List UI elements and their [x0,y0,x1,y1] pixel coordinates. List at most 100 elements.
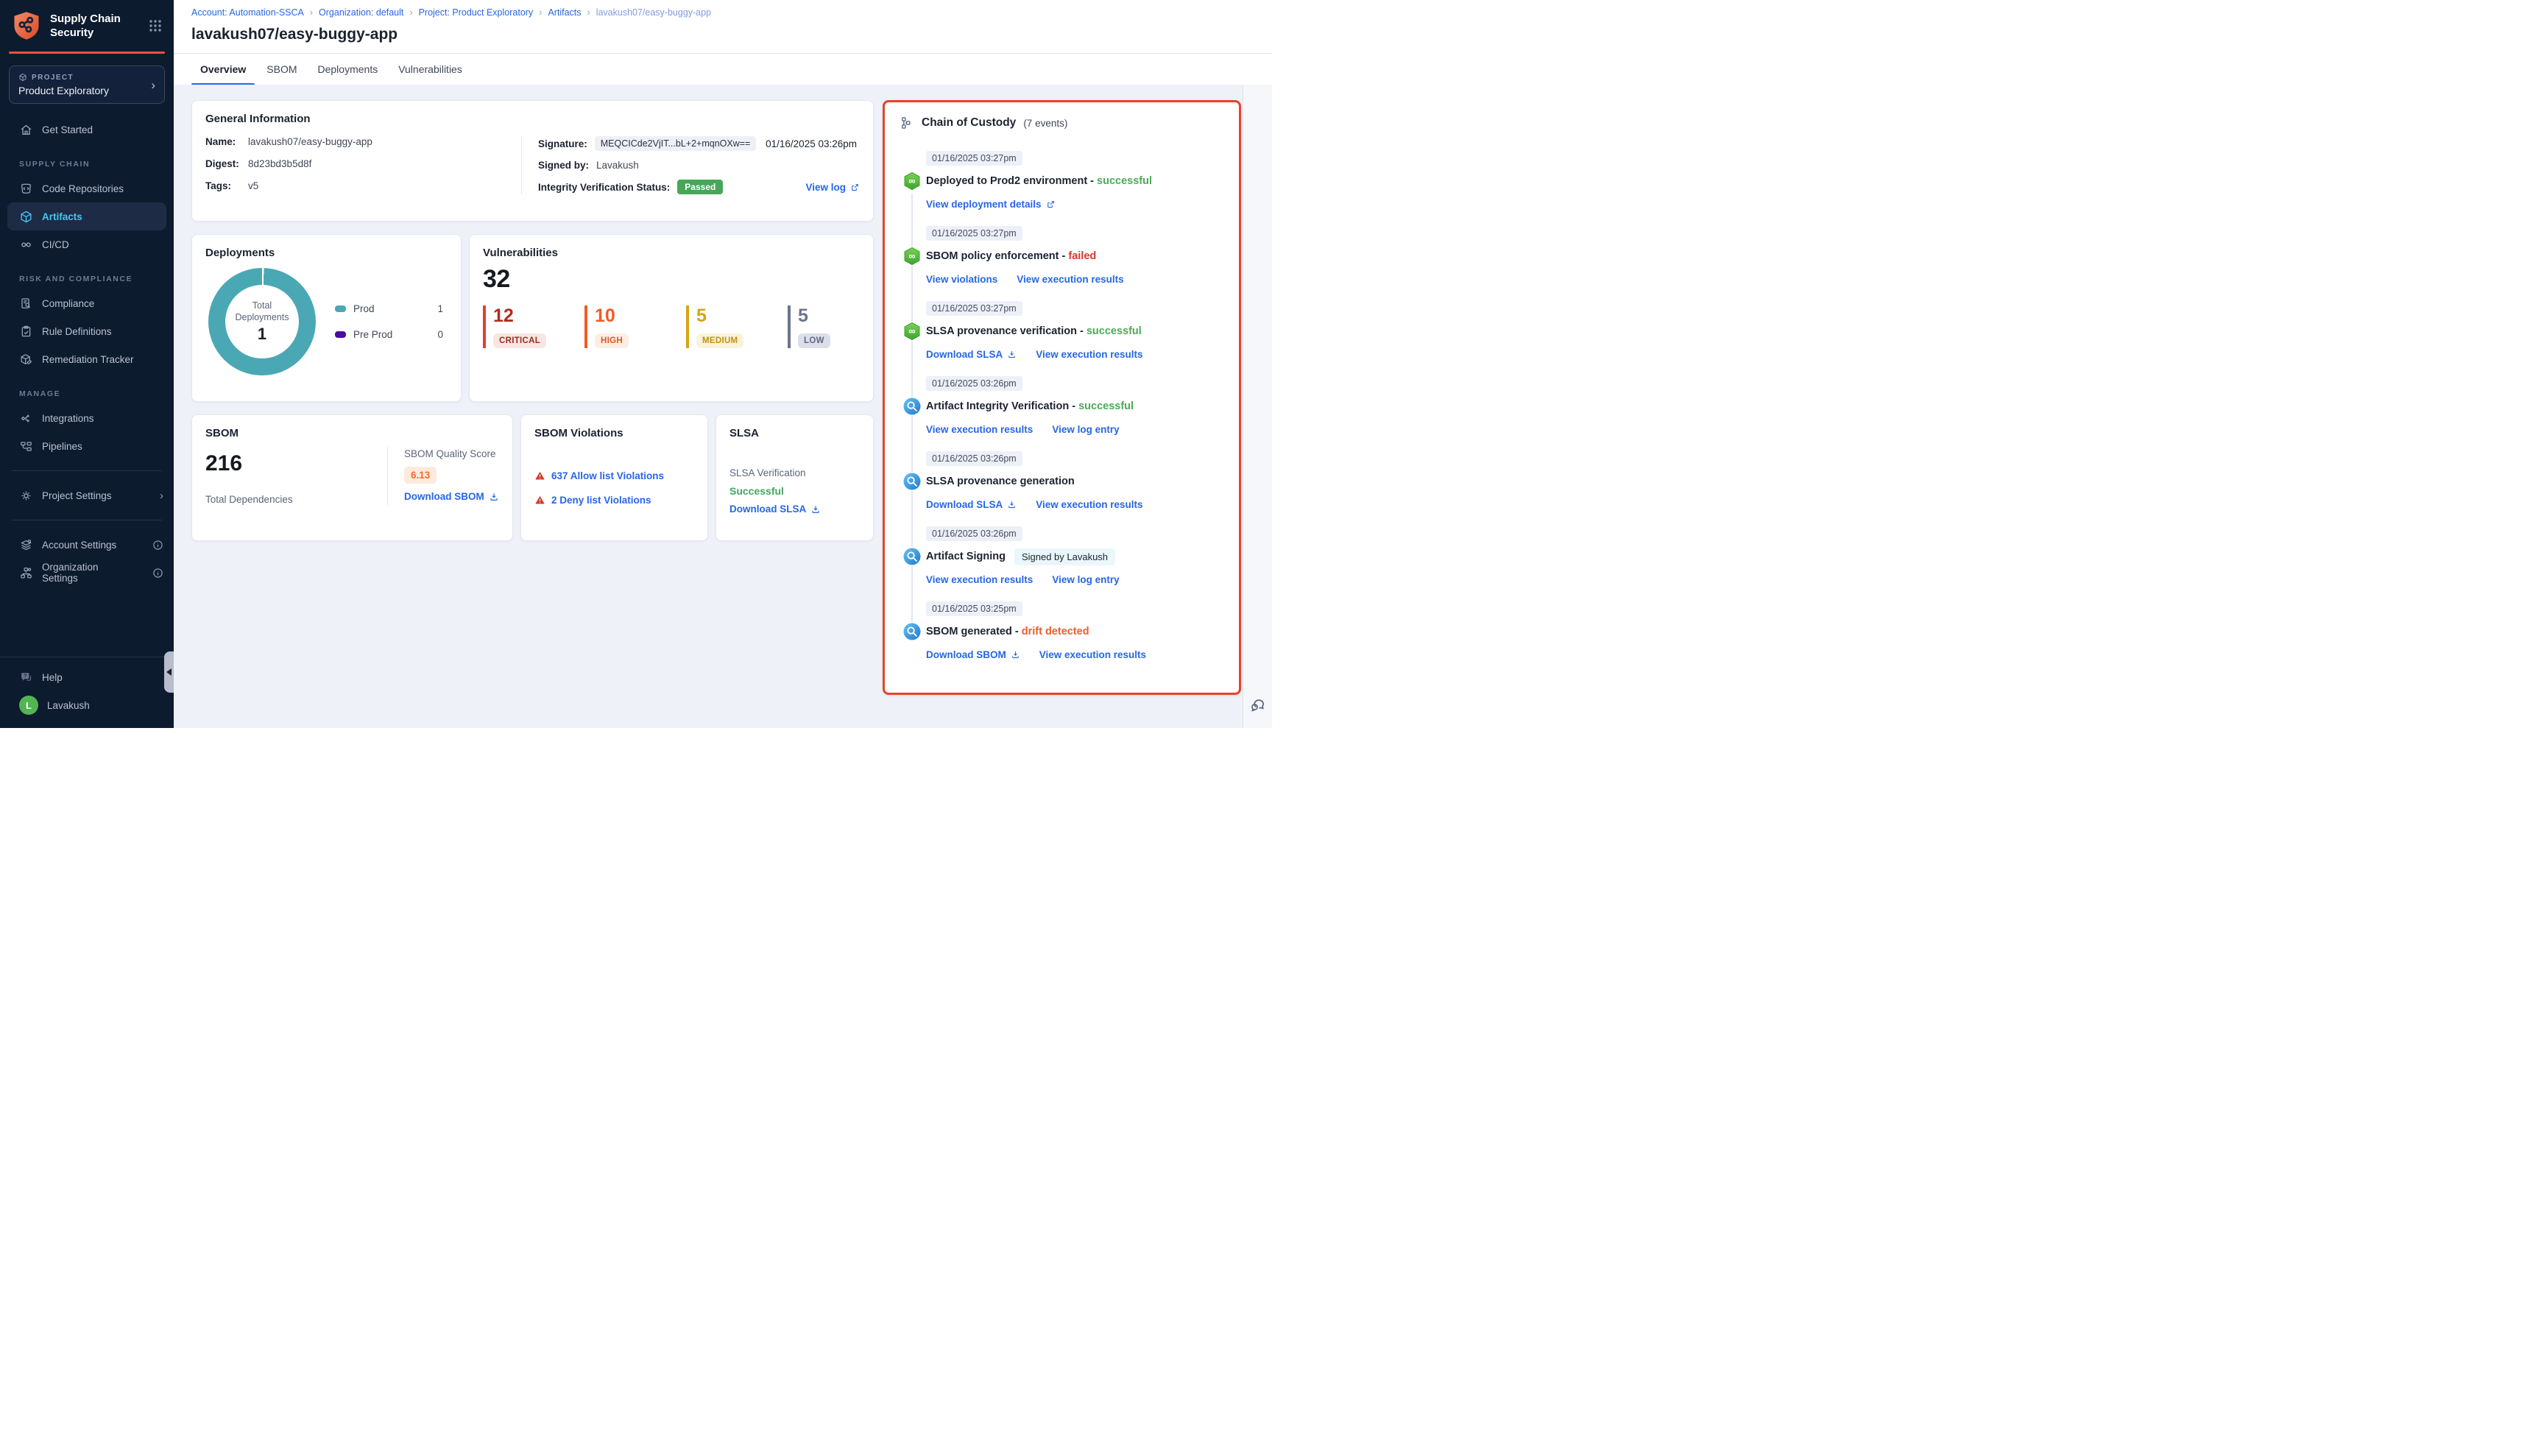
view-execution-results-link[interactable]: View execution results [926,424,1033,435]
tab-overview[interactable]: Overview [190,54,256,85]
sidebar-item-label: Help [42,672,63,683]
legend-swatch-preprod [335,331,346,338]
deployments-legend: Prod 1 Pre Prod 0 [335,303,448,340]
event-title: SLSA provenance verification [926,325,1077,337]
chain-of-custody-count: (7 events) [1023,118,1067,129]
sidebar-item-get-started[interactable]: Get Started [0,116,174,144]
sidebar-item-cicd[interactable]: CI/CD [0,230,174,258]
breadcrumb-current[interactable]: lavakush07/easy-buggy-app [582,7,712,18]
breadcrumb-account[interactable]: Account: Automation-SSCA [191,7,304,18]
sidebar-item-compliance[interactable]: Compliance [0,289,174,317]
view-violations-link[interactable]: View violations [926,274,997,285]
scan-event-icon [902,472,922,491]
sbom-total-label: Total Dependencies [205,494,387,505]
info-icon[interactable] [152,568,163,579]
sidebar-item-pipelines[interactable]: Pipelines [0,432,174,460]
sidebar-item-remediation-tracker[interactable]: Remediation Tracker [0,345,174,373]
donut-total-value: 1 [258,325,266,344]
event-status: drift detected [1012,626,1089,637]
org-hierarchy-gear-icon [19,566,33,580]
download-slsa-link[interactable]: Download SLSA [926,499,1017,510]
sidebar-item-project-settings[interactable]: Project Settings › [0,481,174,509]
sidebar-item-label: Get Started [42,124,93,135]
signature-label: Signature: [538,138,587,149]
deny-list-violations-row: 2 Deny list Violations [534,495,694,506]
page-title: lavakush07/easy-buggy-app [191,26,1272,43]
sidebar-item-organization-settings[interactable]: Organization Settings [0,559,174,587]
view-execution-results-link[interactable]: View execution results [1039,649,1146,660]
download-icon [810,504,821,515]
sbom-card: SBOM 216 Total Dependencies SBOM Quality… [191,414,513,541]
breadcrumb-organization[interactable]: Organization: default [304,7,404,18]
code-repository-icon [19,182,33,196]
legend-swatch-prod [335,305,346,312]
vulnerabilities-total: 32 [483,265,860,294]
supply-chain-security-logo-icon [10,10,43,42]
view-deployment-details-link[interactable]: View deployment details [926,199,1056,210]
tab-sbom[interactable]: SBOM [256,54,307,85]
module-title: Supply Chain Security [50,12,140,40]
signed-by-badge: Signed by Lavakush [1014,548,1115,565]
legend-item-preprod: Pre Prod 0 [335,329,443,340]
view-execution-results-link[interactable]: View execution results [926,574,1033,585]
feedback-chat-button[interactable] [1249,696,1267,713]
sidebar-item-integrations[interactable]: Integrations [0,404,174,432]
sidebar-collapse-handle[interactable] [164,651,174,693]
breadcrumb-project[interactable]: Project: Product Exploratory [403,7,533,18]
download-sbom-link[interactable]: Download SBOM [404,491,499,502]
pipeline-event-icon: ∞ [902,247,922,266]
tab-vulnerabilities[interactable]: Vulnerabilities [388,54,473,85]
tab-bar: Overview SBOM Deployments Vulnerabilitie… [174,54,1272,85]
main-area: Account: Automation-SSCA Organization: d… [174,0,1272,728]
card-title: SBOM Violations [534,427,694,439]
view-execution-results-link[interactable]: View execution results [1036,349,1142,360]
project-selector[interactable]: PROJECT Product Exploratory › [9,66,165,104]
sidebar-item-help[interactable]: ? Help [0,663,174,691]
avatar: L [19,696,38,715]
chain-of-custody-title: Chain of Custody [922,116,1016,130]
sidebar-item-rule-definitions[interactable]: Rule Definitions [0,317,174,345]
clipboard-check-icon [19,325,33,339]
deny-list-violations-link[interactable]: 2 Deny list Violations [551,495,651,506]
pipeline-event-icon: ∞ [902,322,922,341]
allow-list-violations-link[interactable]: 637 Allow list Violations [551,470,664,481]
card-title: General Information [205,113,860,125]
tags-label: Tags: [205,180,248,191]
download-sbom-link[interactable]: Download SBOM [926,649,1020,660]
sidebar-item-account-settings[interactable]: Account Settings [0,531,174,559]
view-execution-results-link[interactable]: View execution results [1017,274,1123,285]
sidebar-item-artifacts[interactable]: Artifacts [7,202,166,230]
download-slsa-link[interactable]: Download SLSA [729,503,860,515]
name-label: Name: [205,136,248,147]
app-switcher-grid-icon[interactable] [147,18,163,34]
cicd-infinity-icon [19,238,33,252]
module-accent-bar [9,52,165,54]
svg-text:∞: ∞ [908,250,915,261]
sidebar-item-label: Artifacts [42,211,82,222]
sidebar-item-user[interactable]: L Lavakush [0,691,174,719]
download-slsa-link[interactable]: Download SLSA [926,349,1017,360]
event-title: Deployed to Prod2 environment [926,175,1087,187]
tags-value: v5 [248,180,258,191]
sidebar-item-label: Code Repositories [42,183,124,194]
view-log-link[interactable]: View log [805,182,860,193]
view-log-entry-link[interactable]: View log entry [1052,424,1119,435]
info-icon[interactable] [152,540,163,551]
breadcrumb: Account: Automation-SSCA Organization: d… [191,7,1272,18]
document-search-icon [19,297,33,311]
signature-value[interactable]: MEQCICde2VjIT...bL+2+mqnOXw== [595,136,757,151]
sidebar-item-code-repositories[interactable]: Code Repositories [0,174,174,202]
event-timestamp: 01/16/2025 03:27pm [926,151,1022,166]
breadcrumb-artifacts[interactable]: Artifacts [533,7,581,18]
custody-event-slsa-generation: 01/16/2025 03:26pm SLSA provenance gener… [902,451,1224,526]
view-log-entry-link[interactable]: View log entry [1052,574,1119,585]
sbom-total-dependencies: 216 [205,451,387,476]
event-title: Artifact Signing [926,551,1006,562]
tab-deployments[interactable]: Deployments [308,54,389,85]
event-status: successful [1069,400,1134,412]
help-chat-icon: ? [19,671,33,685]
view-execution-results-link[interactable]: View execution results [1036,499,1142,510]
page-header: Account: Automation-SSCA Organization: d… [174,0,1272,54]
scan-event-icon [902,622,922,641]
sidebar-header: Supply Chain Security [0,0,174,49]
